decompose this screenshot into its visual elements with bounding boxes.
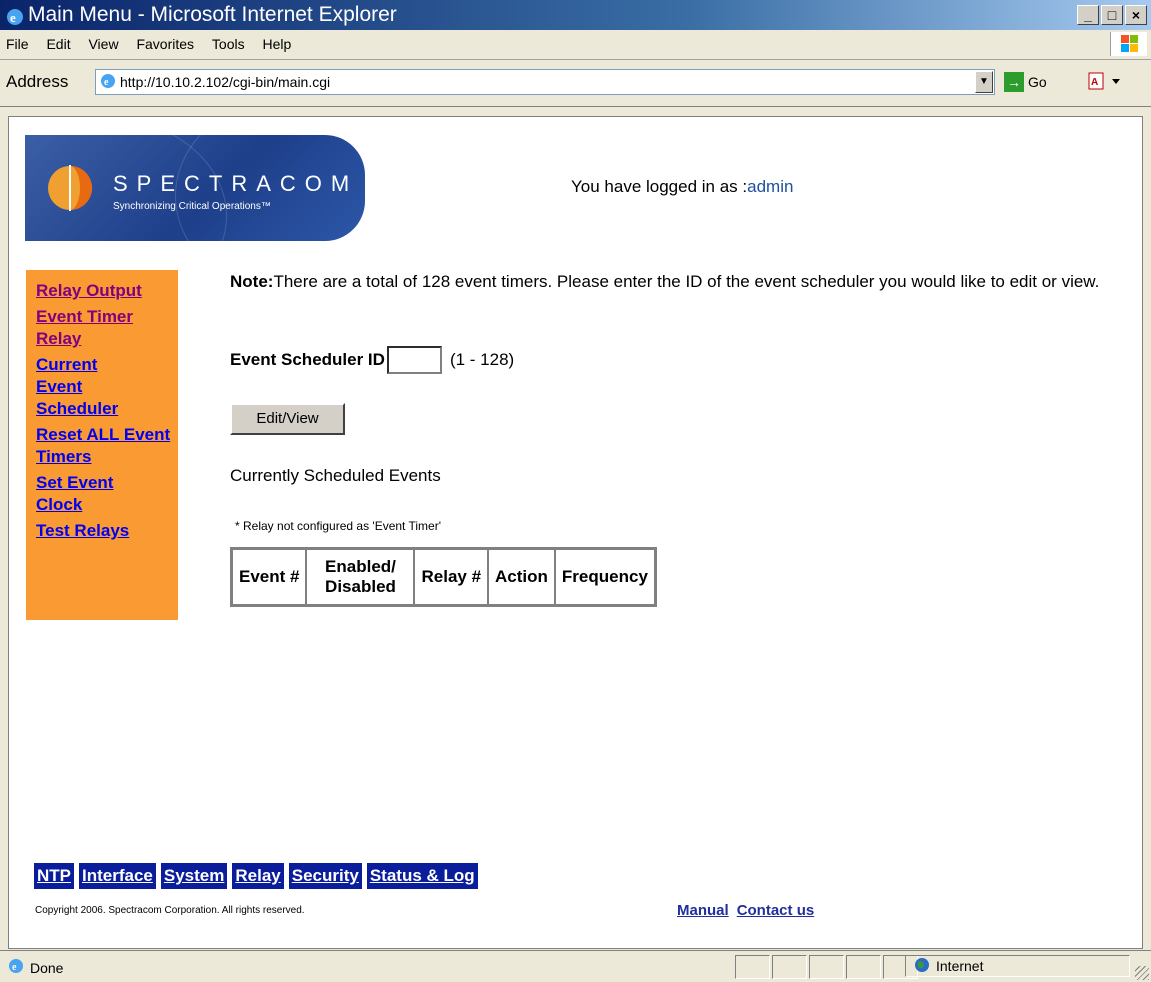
go-button[interactable]: → Go [1004, 72, 1047, 92]
menu-view[interactable]: View [88, 30, 118, 59]
footer-links: Manual Contact us [677, 902, 814, 919]
relay-note: * Relay not configured as 'Event Timer' [235, 519, 442, 533]
go-label: Go [1028, 74, 1047, 90]
go-arrow-icon: → [1004, 72, 1024, 92]
edit-view-button[interactable]: Edit/View [230, 403, 345, 435]
status-left: e Done [8, 958, 63, 977]
sidebar-item-reset-all-event-timers[interactable]: Reset ALL Event Timers [36, 424, 176, 468]
zone-label: Internet [936, 958, 984, 974]
scheduler-id-label: Event Scheduler ID [230, 350, 385, 369]
nav-ntp[interactable]: NTP [34, 863, 74, 889]
menu-tools[interactable]: Tools [212, 30, 245, 59]
close-button[interactable]: × [1125, 5, 1147, 25]
col-action: Action [488, 549, 555, 605]
nav-interface[interactable]: Interface [79, 863, 156, 889]
sidebar-item-set-event-clock[interactable]: Set Event Clock [36, 472, 146, 516]
logged-in-status: You have logged in as :admin [571, 177, 793, 197]
sidebar-item-relay-output[interactable]: Relay Output [36, 280, 178, 302]
browser-window: e Main Menu - Microsoft Internet Explore… [0, 0, 1151, 982]
scheduler-id-input[interactable] [386, 346, 442, 374]
address-bar: Address e http://10.10.2.102/cgi-bin/mai… [0, 60, 1151, 107]
web-content: SPECTRACOM Synchronizing Critical Operat… [8, 116, 1143, 949]
logged-in-prefix: You have logged in as : [571, 177, 748, 196]
svg-text:e: e [104, 77, 109, 88]
col-enabled-disabled: Enabled/ Disabled [306, 549, 415, 605]
table-header-row: Event # Enabled/ Disabled Relay # Action… [232, 549, 655, 605]
status-text: Done [30, 959, 64, 976]
security-zone[interactable]: Internet [905, 955, 1130, 977]
sidebar-item-event-timer-relay[interactable]: Event Timer Relay [36, 306, 166, 350]
page-icon: e [100, 73, 116, 94]
address-url: http://10.10.2.102/cgi-bin/main.cgi [120, 74, 331, 90]
sidebar-item-current-event-scheduler[interactable]: Current Event Scheduler [36, 354, 146, 420]
status-panels [735, 955, 918, 979]
menu-help[interactable]: Help [263, 30, 292, 59]
address-dropdown-button[interactable]: ▼ [975, 71, 993, 93]
nav-relay[interactable]: Relay [232, 863, 284, 889]
status-bar: e Done Internet [0, 950, 1151, 982]
note-text: Note:There are a total of 128 event time… [230, 270, 1110, 294]
nav-status-log[interactable]: Status & Log [366, 863, 478, 889]
col-frequency: Frequency [554, 549, 655, 605]
main-panel: Note:There are a total of 128 event time… [230, 270, 1110, 607]
note-label: Note: [230, 272, 274, 291]
scheduler-id-range: (1 - 128) [449, 350, 515, 369]
address-input[interactable]: e http://10.10.2.102/cgi-bin/main.cgi ▼ [95, 69, 995, 95]
status-panel [772, 955, 807, 979]
window-title: Main Menu - Microsoft Internet Explorer [28, 3, 397, 26]
menu-edit[interactable]: Edit [46, 30, 70, 59]
windows-logo-icon [1110, 32, 1147, 56]
footer-nav: NTP Interface System Relay Security Stat… [34, 863, 478, 889]
status-panel [809, 955, 844, 979]
svg-text:e: e [10, 10, 16, 25]
menu-bar: File Edit View Favorites Tools Help [0, 30, 1151, 60]
contact-us-link[interactable]: Contact us [737, 902, 815, 919]
sidebar-item-test-relays[interactable]: Test Relays [36, 520, 178, 542]
logged-in-user: admin [747, 177, 794, 196]
status-panel [735, 955, 770, 979]
sidebar: Relay Output Event Timer Relay Current E… [26, 270, 178, 620]
menu-file[interactable]: File [6, 30, 29, 59]
note-body: There are a total of 128 event timers. P… [273, 272, 1100, 291]
window-controls: _ □ × [1077, 5, 1147, 25]
manual-link[interactable]: Manual [677, 902, 729, 919]
address-label: Address [6, 72, 69, 91]
currently-scheduled-heading: Currently Scheduled Events [230, 466, 441, 485]
col-event: Event # [232, 549, 307, 605]
logo-mark-icon [45, 163, 95, 218]
nav-security[interactable]: Security [288, 863, 362, 889]
col-relay: Relay # [414, 549, 489, 605]
status-panel [846, 955, 881, 979]
events-table: Event # Enabled/ Disabled Relay # Action… [230, 547, 657, 607]
page-done-icon: e [8, 958, 24, 977]
logo-name: SPECTRACOM [113, 171, 359, 196]
scheduler-row: Event Scheduler ID (1 - 128) [230, 346, 514, 374]
svg-text:A: A [1091, 77, 1098, 88]
pdf-toolbar-icon[interactable]: A [1088, 72, 1122, 93]
maximize-button[interactable]: □ [1101, 5, 1123, 25]
title-bar[interactable]: e Main Menu - Microsoft Internet Explore… [0, 0, 1151, 30]
copyright-text: Copyright 2006. Spectracom Corporation. … [35, 905, 305, 916]
svg-text:e: e [12, 962, 17, 973]
menu-favorites[interactable]: Favorites [136, 30, 194, 59]
spectracom-logo: SPECTRACOM Synchronizing Critical Operat… [25, 135, 365, 241]
resize-grip[interactable] [1135, 966, 1149, 980]
nav-system[interactable]: System [160, 863, 228, 889]
minimize-button[interactable]: _ [1077, 5, 1099, 25]
logo-tagline: Synchronizing Critical Operations™ [113, 201, 271, 212]
globe-icon [914, 957, 930, 976]
